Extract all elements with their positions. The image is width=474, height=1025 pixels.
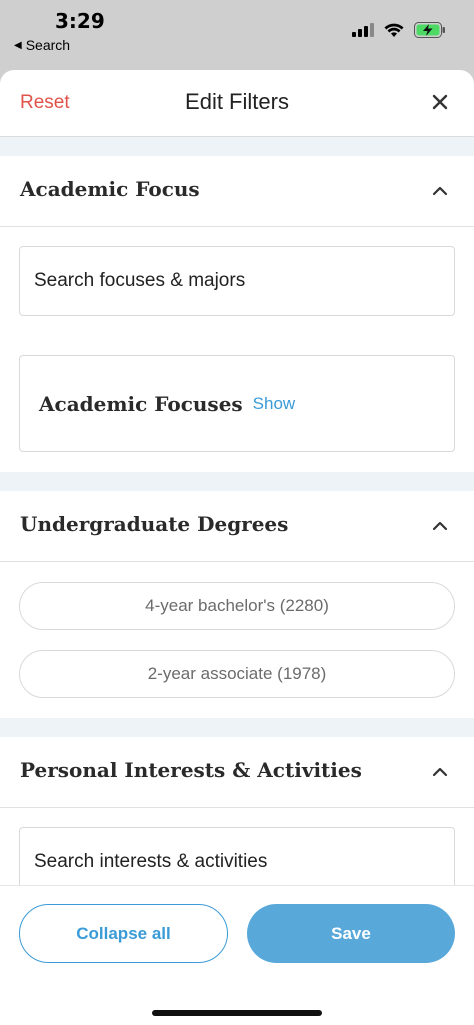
back-triangle-icon: ◀ [14,39,22,51]
edit-filters-sheet: Reset Edit Filters Academic Focus Search… [0,70,474,1025]
wifi-icon [384,23,404,37]
footer-bar: Collapse all Save [0,885,474,1025]
section-divider [0,718,474,737]
collapse-all-button[interactable]: Collapse all [19,904,228,963]
search-focuses-input[interactable]: Search focuses & majors [19,246,455,316]
academic-focuses-title: Academic Focuses [39,391,243,416]
status-icons [352,22,446,38]
chevron-up-icon[interactable] [432,518,448,534]
page-title: Edit Filters [185,89,289,114]
status-bar: 3:29 ◀ Search [0,0,474,70]
chevron-up-icon[interactable] [432,764,448,780]
back-to-app-link[interactable]: ◀ Search [14,37,70,53]
search-interests-placeholder: Search interests & activities [34,851,268,872]
clock: 3:29 [55,9,105,33]
save-button[interactable]: Save [247,904,455,963]
section-header-personal-interests[interactable]: Personal Interests & Activities [0,737,474,808]
degree-option-bachelors[interactable]: 4-year bachelor's (2280) [19,582,455,630]
section-title-undergraduate-degrees: Undergraduate Degrees [20,512,289,536]
section-divider [0,137,474,156]
battery-charging-icon [414,22,445,38]
back-app-label: Search [25,37,71,53]
section-divider [0,472,474,491]
section-title-academic-focus: Academic Focus [20,177,200,201]
section-title-personal-interests: Personal Interests & Activities [20,758,362,782]
sheet-header: Reset Edit Filters [0,70,474,137]
degree-option-associate[interactable]: 2-year associate (1978) [19,650,455,698]
search-focuses-placeholder: Search focuses & majors [34,270,246,291]
cellular-signal-icon [352,23,374,37]
chevron-up-icon[interactable] [432,183,448,199]
academic-focuses-card: Academic Focuses Show [19,355,455,452]
section-header-academic-focus[interactable]: Academic Focus [0,156,474,227]
show-focuses-link[interactable]: Show [253,394,296,414]
home-indicator[interactable] [152,1010,322,1016]
section-header-undergraduate-degrees[interactable]: Undergraduate Degrees [0,491,474,562]
close-icon[interactable] [430,92,450,112]
